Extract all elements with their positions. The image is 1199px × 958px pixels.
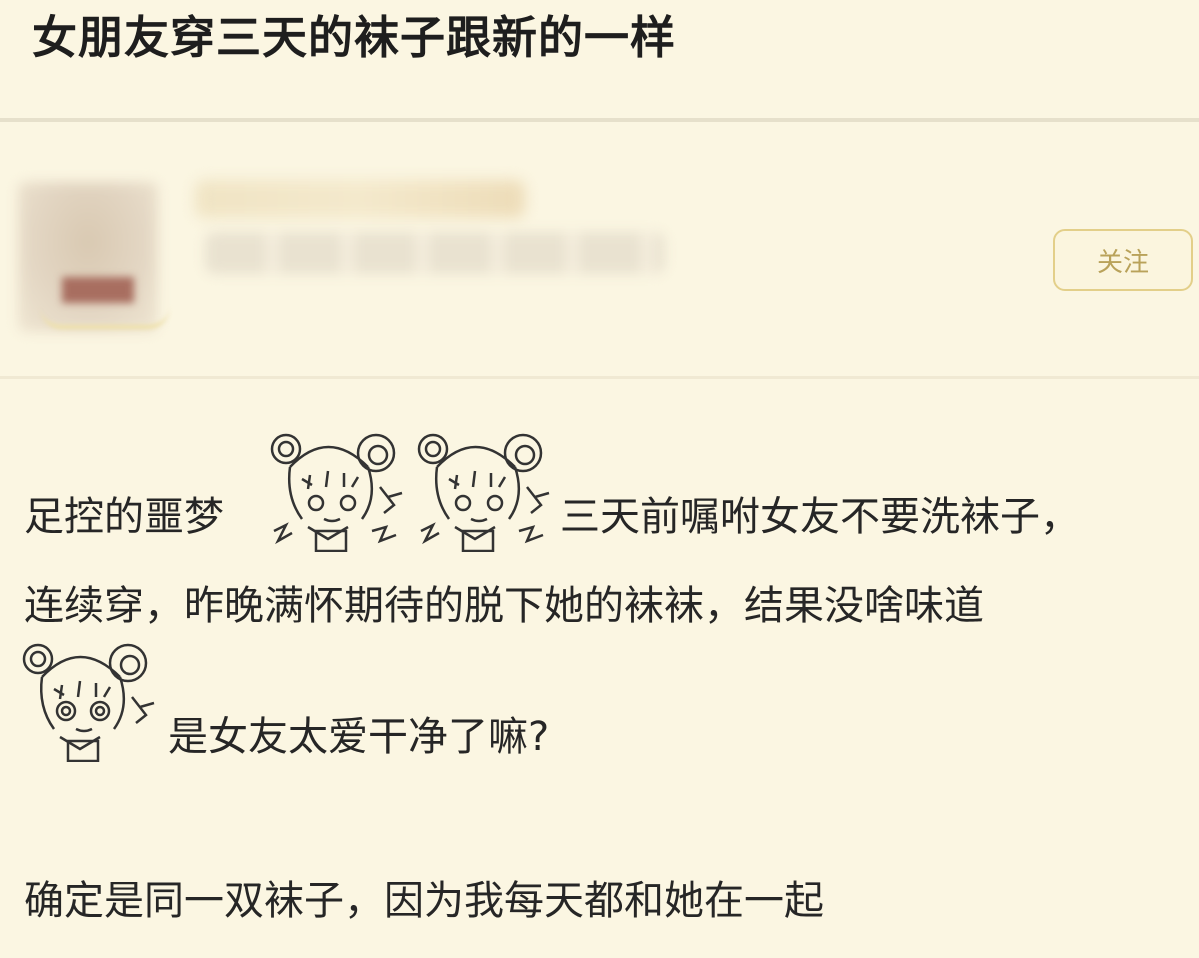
body-line-3: 是女友太爱干净了嘛? bbox=[168, 714, 550, 760]
author-meta-blurred bbox=[205, 232, 665, 274]
author-divider bbox=[0, 376, 1199, 379]
anime-girl-sticker-icon bbox=[415, 427, 555, 556]
avatar-mouth-blur bbox=[62, 277, 134, 303]
follow-button[interactable]: 关注 bbox=[1053, 229, 1193, 291]
body-line-2: 连续穿，昨晚满怀期待的脱下她的袜袜，结果没啥味道 bbox=[24, 583, 984, 629]
body-line-4: 确定是同一双袜子，因为我每天都和她在一起 bbox=[24, 878, 824, 924]
body-line-1a: 足控的噩梦 bbox=[24, 494, 224, 540]
body-line-1b: 三天前嘱咐女友不要洗袜子， bbox=[560, 494, 1080, 540]
avatar-ring bbox=[40, 307, 170, 329]
anime-girl-sticker-icon bbox=[20, 637, 160, 766]
post-title: 女朋友穿三天的袜子跟新的一样 bbox=[32, 11, 677, 64]
anime-girl-sticker-icon bbox=[268, 427, 408, 556]
author-card: 关注 bbox=[0, 122, 1199, 377]
author-name-blurred[interactable] bbox=[195, 180, 525, 218]
